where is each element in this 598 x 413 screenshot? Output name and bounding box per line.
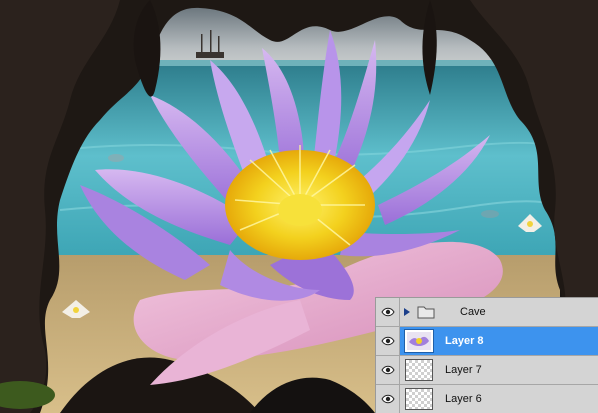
expand-group-toggle[interactable] <box>400 298 414 326</box>
layer-thumbnail <box>404 329 434 353</box>
transparent-thumbnail <box>405 359 433 381</box>
triangle-right-icon <box>404 308 410 316</box>
visibility-toggle[interactable] <box>376 327 400 355</box>
layer-name-layer-8: Layer 8 <box>445 335 484 347</box>
visibility-toggle[interactable] <box>376 356 400 384</box>
eye-icon <box>380 394 395 404</box>
visibility-toggle[interactable] <box>376 385 400 413</box>
eye-icon <box>380 336 395 346</box>
layer-row-cave-group[interactable]: Cave <box>376 298 598 327</box>
layer-row-layer-7[interactable]: Layer 7 <box>376 356 598 385</box>
transparent-thumbnail <box>405 388 433 410</box>
folder-icon <box>414 298 438 326</box>
layer-row-layer-6[interactable]: Layer 6 <box>376 385 598 413</box>
layers-panel: Cave Layer 8 Layer 7 Layer 6 <box>375 297 598 413</box>
layer-row-layer-8[interactable]: Layer 8 <box>376 327 598 356</box>
eye-icon <box>380 307 395 317</box>
photoshop-workspace: Cave Layer 8 Layer 7 Layer 6 <box>0 0 598 413</box>
visibility-toggle[interactable] <box>376 298 400 326</box>
layer-name-cave: Cave <box>460 306 486 318</box>
eye-icon <box>380 365 395 375</box>
layer-name-layer-6: Layer 6 <box>445 393 482 405</box>
layer-name-layer-7: Layer 7 <box>445 364 482 376</box>
